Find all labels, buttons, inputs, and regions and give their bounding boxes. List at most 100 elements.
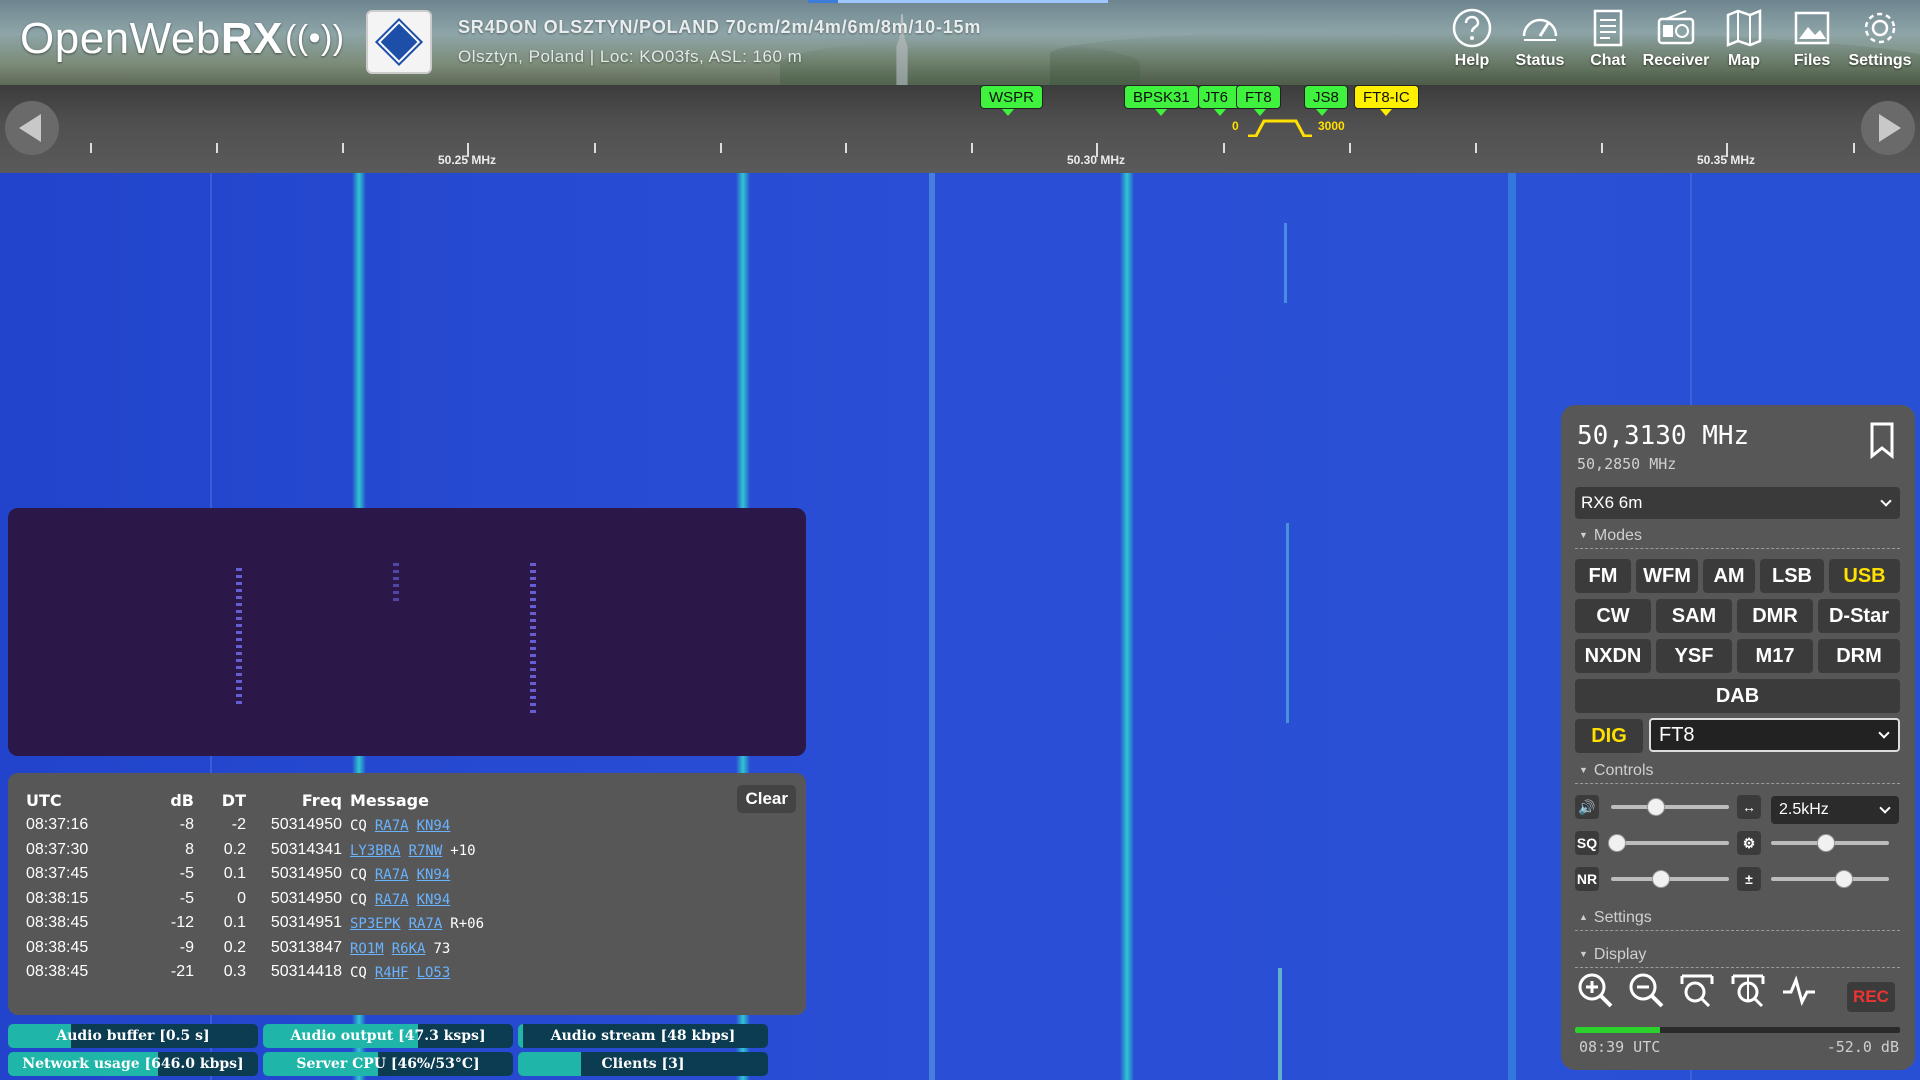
noise-reduction-icon[interactable]: NR xyxy=(1575,867,1599,891)
modes-section-header[interactable]: ▼ Modes xyxy=(1575,527,1900,549)
signal-trace xyxy=(1120,173,1134,1080)
mode-sam-button[interactable]: SAM xyxy=(1656,599,1732,633)
settings-section-header[interactable]: ▲ Settings xyxy=(1575,909,1900,931)
frequency-scale[interactable]: 50.25 MHz 50.30 MHz 50.35 MHz WSPR BPSK3… xyxy=(0,85,1920,173)
passband-indicator[interactable] xyxy=(1246,117,1314,137)
gain-slider[interactable] xyxy=(1771,870,1889,888)
callsign-link[interactable]: KN94 xyxy=(417,867,451,883)
nav-files-button[interactable]: Files xyxy=(1778,6,1846,70)
signal-trace xyxy=(929,173,935,1080)
tuned-frequency[interactable]: 50,3130 MHz xyxy=(1577,421,1749,451)
gauge-icon xyxy=(1522,18,1558,41)
controls-section-header[interactable]: ▼ Controls xyxy=(1575,762,1900,784)
record-button[interactable]: REC xyxy=(1847,982,1895,1012)
mode-dig-button[interactable]: DIG xyxy=(1575,719,1643,753)
noise-reduction-slider[interactable] xyxy=(1611,870,1729,888)
scale-tick xyxy=(719,143,722,153)
scroll-left-button[interactable] xyxy=(5,101,59,155)
decoded-signal xyxy=(530,563,536,713)
agc-slider[interactable] xyxy=(1771,834,1889,852)
bookmark-wspr[interactable]: WSPR xyxy=(980,85,1043,109)
column-dt: DT xyxy=(221,790,246,810)
mode-dab-button[interactable]: DAB xyxy=(1575,679,1900,713)
mode-wfm-button[interactable]: WFM xyxy=(1636,559,1698,593)
nav-chat-label: Chat xyxy=(1590,52,1626,69)
bookmark-pointer xyxy=(1002,109,1014,116)
callsign-link[interactable]: LO53 xyxy=(417,965,451,981)
mode-nxdn-button[interactable]: NXDN xyxy=(1575,639,1651,673)
chevron-down-icon xyxy=(1880,495,1892,507)
callsign-link[interactable]: RO1M xyxy=(350,941,384,957)
volume-icon[interactable]: 🔊 xyxy=(1575,795,1599,819)
mode-drm-button[interactable]: DRM xyxy=(1818,639,1900,673)
callsign-link[interactable]: KN94 xyxy=(417,892,451,908)
gain-icon[interactable]: ± xyxy=(1737,867,1761,891)
zoom-in-icon[interactable] xyxy=(1575,970,1615,1010)
mode-fm-button[interactable]: FM xyxy=(1575,559,1631,593)
volume-slider[interactable] xyxy=(1611,798,1729,816)
auto-adjust-levels-icon[interactable] xyxy=(1779,970,1819,1010)
zoom-out-full-icon[interactable] xyxy=(1677,970,1717,1010)
clear-button[interactable]: Clear xyxy=(737,785,796,813)
nav-help-button[interactable]: Help xyxy=(1438,6,1506,70)
nav-status-button[interactable]: Status xyxy=(1506,6,1574,70)
bandwidth-value: 2.5kHz xyxy=(1779,801,1829,818)
station-avatar[interactable] xyxy=(366,10,432,74)
callsign-link[interactable]: RA7A xyxy=(375,818,409,834)
nav-chat-button[interactable]: Chat xyxy=(1574,6,1642,70)
zoom-to-tuned-icon[interactable] xyxy=(1728,970,1768,1010)
nav-settings-button[interactable]: Settings xyxy=(1846,6,1914,70)
settings-header-label: Settings xyxy=(1593,909,1652,926)
callsign-link[interactable]: R4HF xyxy=(375,965,409,981)
scroll-right-button[interactable] xyxy=(1861,101,1915,155)
mode-am-button[interactable]: AM xyxy=(1703,559,1755,593)
caret-down-icon: ▼ xyxy=(1579,530,1588,540)
mode-cw-button[interactable]: CW xyxy=(1575,599,1651,633)
callsign-link[interactable]: RA7A xyxy=(375,892,409,908)
chevron-down-icon xyxy=(1879,802,1891,814)
passband-high-label: 3000 xyxy=(1318,119,1345,133)
callsign-link[interactable]: SP3EPK xyxy=(350,916,401,932)
callsign-link[interactable]: RA7A xyxy=(409,916,443,932)
table-row: 08:38:45 -21 0.3 50314418 CQ R4HF LO53 xyxy=(26,960,492,985)
nav-map-label: Map xyxy=(1728,52,1760,69)
cell-utc: 08:37:30 xyxy=(26,840,89,858)
openwebrx-logo[interactable]: OpenWebRX((•)) xyxy=(20,14,345,64)
mode-m17-button[interactable]: M17 xyxy=(1737,639,1813,673)
mode-lsb-button[interactable]: LSB xyxy=(1760,559,1824,593)
callsign-link[interactable]: R6KA xyxy=(392,941,426,957)
mode-dstar-button[interactable]: D-Star xyxy=(1818,599,1900,633)
bandwidth-select[interactable]: 2.5kHz xyxy=(1771,796,1899,824)
callsign-link[interactable]: KN94 xyxy=(417,818,451,834)
display-section-header[interactable]: ▼ Display xyxy=(1575,946,1900,968)
utc-clock: 08:39 UTC xyxy=(1579,1038,1661,1056)
zoom-out-icon[interactable] xyxy=(1626,970,1666,1010)
add-bookmark-icon[interactable] xyxy=(1867,421,1897,459)
bandwidth-icon[interactable]: ↔ xyxy=(1737,795,1761,819)
squelch-slider[interactable] xyxy=(1607,834,1729,852)
cell-utc: 08:38:45 xyxy=(26,938,89,956)
bookmark-ft8[interactable]: FT8 xyxy=(1236,85,1281,109)
nav-receiver-button[interactable]: Receiver xyxy=(1642,6,1710,70)
mode-dmr-button[interactable]: DMR xyxy=(1737,599,1813,633)
club-logo-icon xyxy=(374,17,424,67)
scale-tick xyxy=(1600,143,1603,153)
bookmark-bpsk31[interactable]: BPSK31 xyxy=(1124,85,1199,109)
cell-dt: 0.1 xyxy=(223,865,246,883)
mode-ysf-button[interactable]: YSF xyxy=(1656,639,1732,673)
digital-mode-select[interactable]: FT8 xyxy=(1649,718,1900,752)
callsign-link[interactable]: LY3BRA xyxy=(350,843,401,859)
agc-icon[interactable]: ⚙ xyxy=(1737,831,1761,855)
scale-tick xyxy=(90,143,92,153)
squelch-icon[interactable]: SQ xyxy=(1575,831,1599,855)
bookmark-js8[interactable]: JS8 xyxy=(1304,85,1348,109)
cell-db: -9 xyxy=(179,938,194,956)
callsign-link[interactable]: RA7A xyxy=(375,867,409,883)
cell-message: CQ RA7A KN94 xyxy=(342,813,492,838)
callsign-link[interactable]: R7NW xyxy=(409,843,443,859)
profile-select[interactable]: RX6 6m xyxy=(1575,487,1900,519)
cell-utc: 08:37:16 xyxy=(26,816,89,834)
bookmark-ft8-ic[interactable]: FT8-IC xyxy=(1354,85,1419,109)
mode-usb-button[interactable]: USB xyxy=(1829,559,1900,593)
nav-map-button[interactable]: Map xyxy=(1710,6,1778,70)
